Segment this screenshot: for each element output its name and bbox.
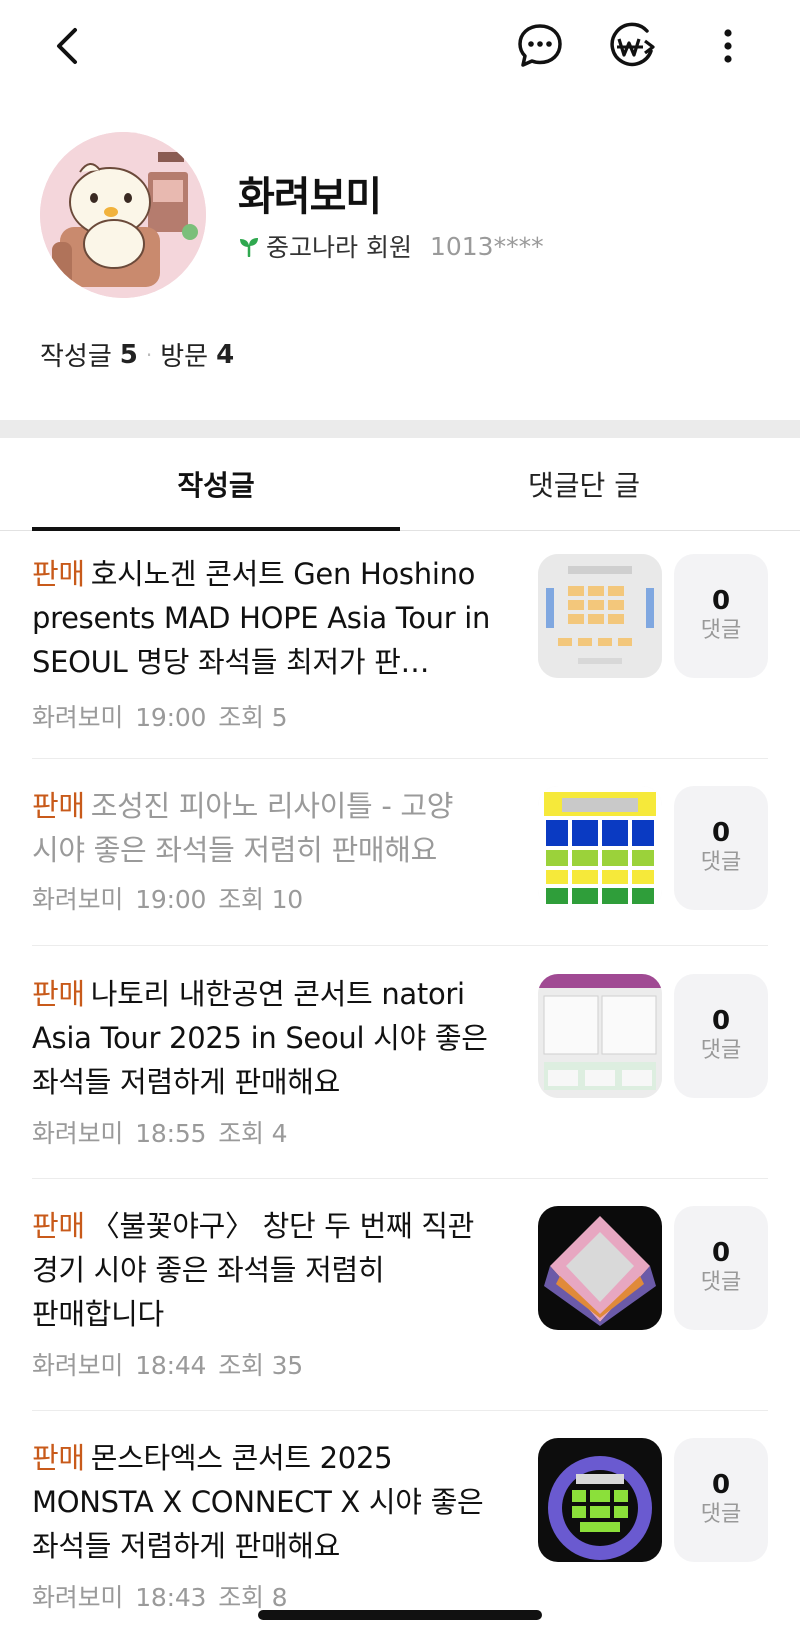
sprout-icon xyxy=(240,238,258,257)
post-item[interactable]: 판매 조성진 피아노 리사이틀 - 고양 시야 좋은 좌석들 저렴히 판매해요 화… xyxy=(32,784,768,914)
sale-badge: 판매 xyxy=(32,1441,85,1475)
post-time: 18:55 xyxy=(135,1119,207,1148)
comment-count: 0 xyxy=(711,1238,731,1268)
post-title: 판매 조성진 피아노 리사이틀 - 고양 시야 좋은 좌석들 저렴히 판매해요 xyxy=(32,784,510,872)
more-vertical-icon xyxy=(724,29,732,63)
chat-button[interactable] xyxy=(512,18,568,74)
seat-map-image xyxy=(538,974,662,1098)
list-divider xyxy=(32,1178,768,1179)
post-item[interactable]: 판매 호시노겐 콘서트 Gen Hoshino presents MAD HOPE… xyxy=(32,552,768,732)
chevron-left-icon xyxy=(57,28,77,64)
list-divider xyxy=(32,945,768,946)
sale-badge: 판매 xyxy=(32,789,85,823)
comment-count: 0 xyxy=(711,1006,731,1036)
section-divider xyxy=(0,420,800,438)
comment-count-box: 0 댓글 xyxy=(674,786,768,910)
stadium-map-image xyxy=(538,1206,662,1330)
post-meta: 화려보미 18:44 조회 35 xyxy=(32,1346,315,1382)
post-item[interactable]: 판매 몬스타엑스 콘서트 2025 MONSTA X CONNECT X 시야 좋… xyxy=(32,1436,768,1612)
comment-label: 댓글 xyxy=(700,1270,742,1295)
comment-count: 0 xyxy=(711,1470,731,1500)
comment-count-box: 0 댓글 xyxy=(674,974,768,1098)
post-item[interactable]: 판매 〈불꽃야구〉 창단 두 번째 직관 경기 시야 좋은 좌석들 저렴히 판매합… xyxy=(32,1204,768,1380)
avatar[interactable] xyxy=(40,132,206,298)
comment-label: 댓글 xyxy=(700,850,742,875)
post-author: 화려보미 xyxy=(32,885,124,914)
post-thumbnail xyxy=(538,554,662,678)
top-bar xyxy=(0,0,800,90)
post-title: 판매 몬스타엑스 콘서트 2025 MONSTA X CONNECT X 시야 좋… xyxy=(32,1436,510,1568)
sale-badge: 판매 xyxy=(32,977,85,1011)
list-divider xyxy=(32,758,768,759)
more-options-button[interactable] xyxy=(700,18,756,74)
post-title-text: 호시노겐 콘서트 Gen Hoshino presents MAD HOPE A… xyxy=(32,557,491,679)
post-author: 화려보미 xyxy=(32,1119,124,1148)
arena-map-image xyxy=(538,1438,662,1562)
profile-stats: 작성글 5 · 방문 4 xyxy=(40,336,234,373)
post-time: 18:43 xyxy=(135,1583,207,1612)
seat-map-image xyxy=(538,554,662,678)
post-time: 18:44 xyxy=(135,1351,207,1380)
pay-button[interactable] xyxy=(604,18,660,74)
seat-map-image xyxy=(538,786,662,910)
comment-label: 댓글 xyxy=(700,618,742,643)
post-title: 판매 호시노겐 콘서트 Gen Hoshino presents MAD HOPE… xyxy=(32,552,510,684)
post-title-text: 나토리 내한공연 콘서트 natori Asia Tour 2025 in Se… xyxy=(32,977,488,1099)
won-pay-icon xyxy=(610,22,655,67)
post-title: 판매 〈불꽃야구〉 창단 두 번째 직관 경기 시야 좋은 좌석들 저렴히 판매합… xyxy=(32,1204,510,1336)
comment-count-box: 0 댓글 xyxy=(674,1438,768,1562)
post-time: 19:00 xyxy=(135,703,207,732)
comment-label: 댓글 xyxy=(700,1038,742,1063)
post-title-text: 몬스타엑스 콘서트 2025 MONSTA X CONNECT X 시야 좋은 … xyxy=(32,1441,484,1563)
post-time: 19:00 xyxy=(135,885,207,914)
post-meta: 화려보미 18:55 조회 4 xyxy=(32,1114,299,1150)
home-indicator[interactable] xyxy=(258,1610,542,1620)
post-item[interactable]: 판매 나토리 내한공연 콘서트 natori Asia Tour 2025 in … xyxy=(32,972,768,1148)
member-info: 중고나라 회원 1013**** xyxy=(238,228,544,264)
avatar-illustration xyxy=(40,132,206,298)
post-views: 조회 5 xyxy=(218,703,288,732)
post-thumbnail xyxy=(538,974,662,1098)
user-id: 1013**** xyxy=(429,231,544,261)
comment-count-box: 0 댓글 xyxy=(674,1206,768,1330)
list-divider xyxy=(32,1410,768,1411)
post-views: 조회 35 xyxy=(218,1351,304,1380)
stats-separator: · xyxy=(145,342,153,367)
post-views: 조회 8 xyxy=(218,1583,288,1612)
visits-count: 4 xyxy=(216,339,235,370)
post-author: 화려보미 xyxy=(32,1351,124,1380)
tab-my-posts[interactable]: 작성글 xyxy=(32,438,400,531)
sale-badge: 판매 xyxy=(32,1209,85,1243)
post-views: 조회 10 xyxy=(218,885,304,914)
post-meta: 화려보미 18:43 조회 8 xyxy=(32,1578,299,1614)
member-label: 중고나라 회원 xyxy=(266,233,412,262)
comment-count-box: 0 댓글 xyxy=(674,554,768,678)
post-author: 화려보미 xyxy=(32,703,124,732)
post-thumbnail xyxy=(538,1438,662,1562)
comment-count: 0 xyxy=(711,586,731,616)
tab-commented-posts[interactable]: 댓글단 글 xyxy=(400,438,768,530)
post-meta: 화려보미 19:00 조회 5 xyxy=(32,698,299,734)
comment-label: 댓글 xyxy=(700,1502,742,1527)
profile-nickname: 화려보미 xyxy=(238,174,382,220)
post-title-text: 〈불꽃야구〉 창단 두 번째 직관 경기 시야 좋은 좌석들 저렴히 판매합니다 xyxy=(32,1209,475,1331)
chat-bubble-icon xyxy=(518,24,562,67)
post-title-text: 조성진 피아노 리사이틀 - 고양 시야 좋은 좌석들 저렴히 판매해요 xyxy=(32,789,454,867)
tab-bar: 작성글 댓글단 글 xyxy=(0,438,800,531)
sale-badge: 판매 xyxy=(32,557,85,591)
post-title: 판매 나토리 내한공연 콘서트 natori Asia Tour 2025 in … xyxy=(32,972,510,1104)
comment-count: 0 xyxy=(711,818,731,848)
post-author: 화려보미 xyxy=(32,1583,124,1612)
post-thumbnail xyxy=(538,1206,662,1330)
post-views: 조회 4 xyxy=(218,1119,288,1148)
posts-count: 5 xyxy=(119,339,138,370)
back-button[interactable] xyxy=(40,18,96,74)
visits-label: 방문 xyxy=(160,342,209,372)
posts-label: 작성글 xyxy=(40,342,112,372)
post-meta: 화려보미 19:00 조회 10 xyxy=(32,880,315,916)
post-thumbnail xyxy=(538,786,662,910)
profile-section: 화려보미 중고나라 회원 1013**** 작성글 5 · 방문 4 xyxy=(0,120,800,420)
